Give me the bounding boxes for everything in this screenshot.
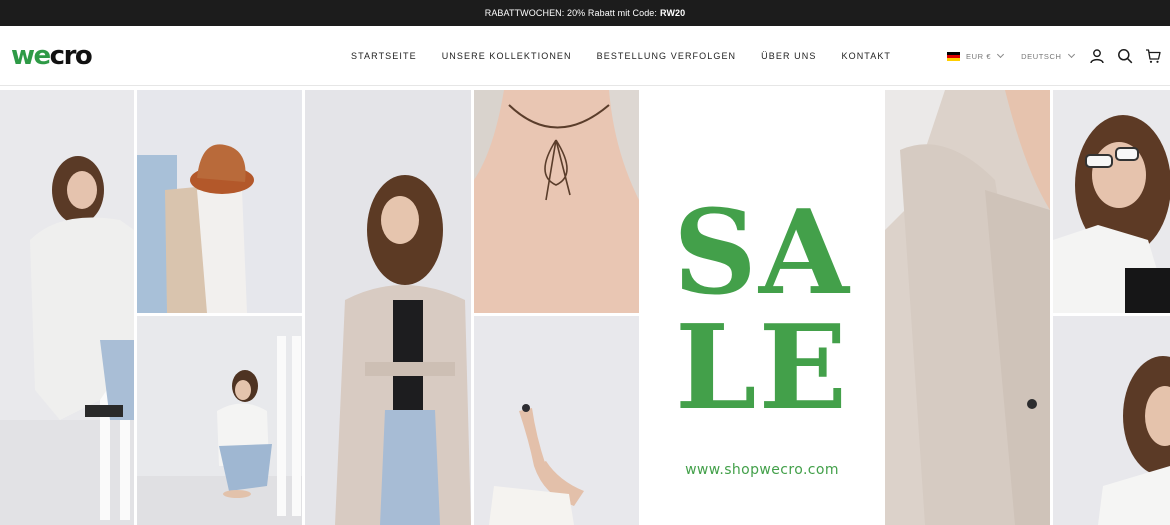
site-header: wecro STARTSEITE UNSERE KOLLEKTIONEN BES… (0, 26, 1170, 86)
photo-hands-rings (474, 316, 639, 525)
language-chevron-down-icon (1067, 50, 1075, 59)
shop-url[interactable]: www.shopwecro.com (640, 462, 884, 478)
cart-icon[interactable] (1145, 48, 1161, 64)
discount-code: RW20 (660, 8, 686, 18)
nav-contact[interactable]: KONTAKT (841, 51, 891, 61)
sale-panel[interactable]: SA LE www.shopwecro.com (640, 90, 884, 525)
wecro-logo[interactable]: wecro (11, 41, 93, 71)
sale-text-line2: LE (675, 300, 849, 436)
currency-selector[interactable]: EUR € (966, 52, 991, 61)
locale-selector: EUR € DEUTSCH (947, 26, 1075, 86)
nav-home[interactable]: STARTSEITE (351, 51, 417, 61)
photo-woman-partial (1053, 316, 1170, 525)
hero-sale-banner[interactable]: SA LE www.shopwecro.com (0, 90, 1170, 525)
language-selector[interactable]: DEUTSCH (1021, 52, 1061, 61)
germany-flag-icon (947, 51, 960, 61)
announcement-text: RABATTWOCHEN: 20% Rabatt mit Code: (484, 8, 658, 18)
currency-chevron-down-icon (997, 50, 1005, 59)
nav-track-order[interactable]: BESTELLUNG VERFOLGEN (597, 51, 737, 61)
search-icon[interactable] (1117, 48, 1133, 64)
account-icon[interactable] (1089, 48, 1105, 64)
nav-collections[interactable]: UNSERE KOLLEKTIONEN (442, 51, 572, 61)
announcement-bar: RABATTWOCHEN: 20% Rabatt mit Code: RW20 (0, 0, 1170, 26)
photo-woman-trench-coat (305, 90, 471, 525)
photo-woman-sunglasses (1053, 90, 1170, 313)
nav-about[interactable]: ÜBER UNS (761, 51, 816, 61)
logo-part-we: we (11, 41, 51, 71)
photo-woman-sitting (137, 316, 302, 525)
photo-choker-necklace (474, 90, 639, 313)
logo-part-cro: cro (49, 41, 93, 71)
photo-hat-and-clothes (137, 90, 302, 313)
photo-woman-on-chair (0, 90, 134, 525)
photo-coat-closeup (885, 90, 1050, 525)
main-navigation: STARTSEITE UNSERE KOLLEKTIONEN BESTELLUN… (351, 26, 891, 86)
sale-text-line1: SA (673, 185, 851, 321)
